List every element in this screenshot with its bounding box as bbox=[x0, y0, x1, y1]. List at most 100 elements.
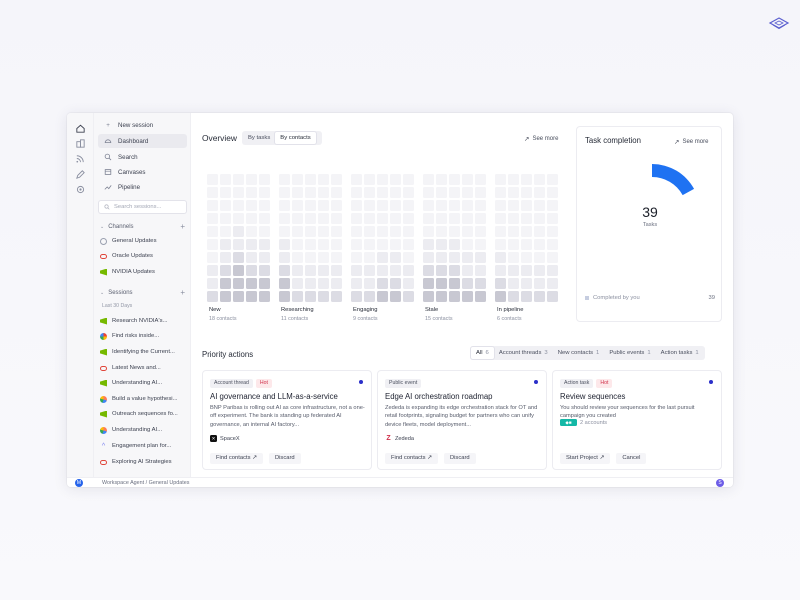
filter-account-threads[interactable]: Account threads 3 bbox=[494, 347, 553, 359]
grid-cell bbox=[403, 213, 414, 224]
grid-cell bbox=[521, 239, 532, 250]
start-project-button[interactable]: Start Project ↗ bbox=[560, 453, 611, 464]
grid-cell bbox=[318, 252, 329, 263]
channel-item[interactable]: NVIDIA Updates bbox=[100, 266, 185, 278]
card-type-badge: Public event bbox=[385, 379, 422, 388]
session-item[interactable]: Identifying the Current... bbox=[100, 346, 185, 358]
task-see-more-link[interactable]: ↗ See more bbox=[674, 138, 708, 146]
grid-cell bbox=[246, 291, 257, 302]
grid-cell bbox=[279, 252, 290, 263]
grid-cell bbox=[351, 226, 362, 237]
grid-cell bbox=[246, 239, 257, 250]
sidebar-item-pipeline[interactable]: Pipeline bbox=[98, 180, 187, 194]
sidebar-item-search[interactable]: Search bbox=[98, 150, 187, 164]
grid-cell bbox=[449, 174, 460, 185]
grid-cell bbox=[220, 187, 231, 198]
session-item[interactable]: Latest News and... bbox=[100, 362, 185, 374]
assistant-icon[interactable]: S bbox=[716, 479, 724, 487]
grid-cell bbox=[279, 200, 290, 211]
filter-all[interactable]: All 6 bbox=[471, 347, 494, 359]
sidebar-item-dashboard[interactable]: Dashboard bbox=[98, 134, 187, 148]
grid-cell bbox=[259, 239, 270, 250]
find-contacts-button[interactable]: Find contacts ↗ bbox=[210, 453, 263, 464]
edit-icon[interactable] bbox=[75, 169, 86, 180]
discard-button[interactable]: Discard bbox=[268, 453, 301, 464]
grid-cell bbox=[423, 200, 434, 211]
grid-cell bbox=[259, 174, 270, 185]
grid-cell bbox=[279, 239, 290, 250]
arrow-up-right-icon: ↗ bbox=[674, 139, 680, 146]
grid-cell bbox=[207, 174, 218, 185]
channels-section-header[interactable]: ⌄ Channels + bbox=[100, 222, 185, 232]
grid-cell bbox=[207, 252, 218, 263]
filter-action-tasks[interactable]: Action tasks 1 bbox=[656, 347, 704, 359]
filter-label: All bbox=[476, 350, 483, 356]
channel-item[interactable]: Oracle Updates bbox=[100, 250, 185, 262]
grid-cell bbox=[207, 265, 218, 276]
grid-cell bbox=[233, 213, 244, 224]
grid-cell bbox=[331, 226, 342, 237]
filter-count: 1 bbox=[647, 350, 651, 356]
session-item[interactable]: Exploring AI Strategies bbox=[100, 456, 185, 468]
filter-new-contacts[interactable]: New contacts 1 bbox=[553, 347, 605, 359]
new-session-button[interactable]: + New session bbox=[98, 118, 187, 132]
discard-button[interactable]: Discard bbox=[443, 453, 476, 464]
session-item[interactable]: Outreach sequences fo... bbox=[100, 408, 185, 420]
grid-cell bbox=[521, 174, 532, 185]
session-item[interactable]: ^ Engagement plan for... bbox=[100, 440, 185, 452]
session-item[interactable]: Understanding AI... bbox=[100, 424, 185, 436]
search-sessions-input[interactable]: Search sessions... bbox=[98, 200, 187, 214]
grid-cell bbox=[534, 265, 545, 276]
button-label: Start Project bbox=[566, 455, 598, 461]
avatar[interactable]: M bbox=[75, 479, 83, 487]
building-icon[interactable] bbox=[75, 138, 86, 149]
grid-cell bbox=[462, 200, 473, 211]
grid-cell bbox=[331, 174, 342, 185]
arrow-up-right-icon: ↗ bbox=[524, 136, 530, 143]
grid-cell bbox=[547, 174, 558, 185]
grid-cell bbox=[462, 187, 473, 198]
grid-cell bbox=[521, 278, 532, 289]
find-contacts-button[interactable]: Find contacts ↗ bbox=[385, 453, 438, 464]
grid-cell bbox=[305, 291, 316, 302]
grid-cell bbox=[305, 200, 316, 211]
feed-icon[interactable] bbox=[75, 153, 86, 164]
toggle-by-contacts[interactable]: By contacts bbox=[275, 132, 316, 144]
session-item[interactable]: Find risks inside... bbox=[100, 330, 185, 342]
session-label: Find risks inside... bbox=[112, 333, 160, 339]
grid-column-label: Researching bbox=[281, 307, 314, 313]
channel-label: Oracle Updates bbox=[112, 253, 153, 259]
home-icon[interactable] bbox=[75, 123, 86, 134]
session-item[interactable]: Understanding AI... bbox=[100, 377, 185, 389]
add-channel-icon[interactable]: + bbox=[180, 223, 185, 231]
grid-cell bbox=[403, 252, 414, 263]
sidebar-item-canvases[interactable]: Canvases bbox=[98, 165, 187, 179]
card-type-badge: Action task bbox=[560, 379, 594, 388]
settings-icon[interactable] bbox=[75, 184, 86, 195]
grid-cell bbox=[318, 239, 329, 250]
channel-item[interactable]: General Updates bbox=[100, 235, 185, 247]
grid-cell bbox=[475, 174, 486, 185]
priority-action-card[interactable]: Action task Hot Review sequences You shou… bbox=[552, 370, 722, 470]
spacex-logo-icon: ✕ bbox=[210, 435, 217, 442]
session-item[interactable]: Research NVIDIA's... bbox=[100, 315, 185, 327]
grid-cell bbox=[292, 291, 303, 302]
filter-public-events[interactable]: Public events 1 bbox=[604, 347, 655, 359]
toggle-by-tasks[interactable]: By tasks bbox=[243, 132, 275, 144]
sessions-section-header[interactable]: ⌄ Sessions + bbox=[100, 288, 185, 298]
sessions-label: Sessions bbox=[108, 290, 133, 296]
overview-see-more-link[interactable]: ↗ See more bbox=[524, 135, 558, 143]
hubspot-logo-icon bbox=[100, 395, 107, 403]
card-title: Review sequences bbox=[560, 392, 626, 401]
add-session-icon[interactable]: + bbox=[180, 289, 185, 297]
priority-action-card[interactable]: Public event Edge AI orchestration roadm… bbox=[377, 370, 547, 470]
search-icon bbox=[104, 153, 112, 161]
grid-cell bbox=[403, 265, 414, 276]
priority-action-card[interactable]: Account thread Hot AI governance and LLM-… bbox=[202, 370, 372, 470]
oracle-logo-icon bbox=[100, 366, 107, 371]
grid-cell bbox=[318, 278, 329, 289]
grid-cell bbox=[534, 252, 545, 263]
grid-cell bbox=[292, 200, 303, 211]
session-item[interactable]: Build a value hypothesi... bbox=[100, 393, 185, 405]
cancel-button[interactable]: Cancel bbox=[616, 453, 647, 464]
